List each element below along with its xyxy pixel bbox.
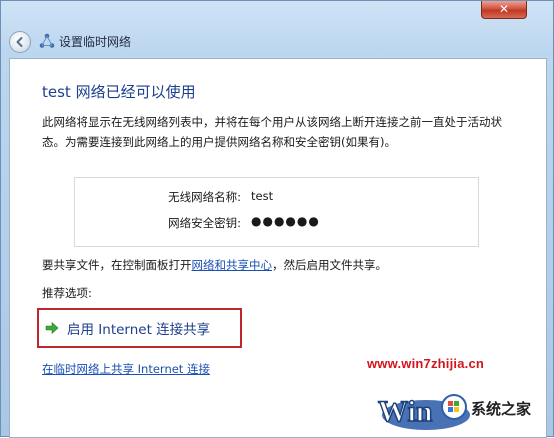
recommended-label: 推荐选项: — [42, 286, 92, 300]
network-name-row: 无线网络名称: — [75, 189, 241, 207]
watermark-brand: 系统之家 — [471, 400, 532, 418]
security-key-label: 网络安全密钥: — [168, 216, 241, 230]
description-text: 此网络将显示在无线网络列表中，并将在每个用户从该网络上断开连接之前一直处于活动状… — [42, 115, 502, 149]
green-arrow-icon — [45, 321, 59, 335]
network-name-label: 无线网络名称: — [168, 190, 241, 204]
share-text-after: ，然后启用文件共享。 — [272, 258, 387, 272]
watermark-url: www.win7zhijia.cn — [367, 356, 485, 371]
svg-text:Win: Win — [378, 395, 433, 428]
network-name-value: test — [251, 189, 274, 203]
window-title: 设置临时网络 — [59, 35, 132, 49]
network-icon — [39, 33, 55, 48]
share-text-before: 要共享文件，在控制面板打开 — [42, 258, 192, 272]
network-sharing-center-link[interactable]: 网络和共享中心 — [192, 258, 273, 272]
security-key-value: ●●●●●● — [251, 214, 320, 228]
security-key-row: 网络安全密钥: — [75, 215, 241, 233]
network-info-box: 无线网络名称: test 网络安全密钥: ●●●●●● — [74, 177, 479, 247]
back-button[interactable] — [9, 31, 31, 53]
enable-ics-label: 启用 Internet 连接共享 — [67, 322, 211, 338]
page-heading: test 网络已经可以使用 — [42, 83, 196, 101]
share-instructions: 要共享文件，在控制面板打开网络和共享中心，然后启用文件共享。 — [42, 257, 387, 273]
enable-ics-button[interactable]: 启用 Internet 连接共享 — [45, 317, 210, 339]
title-bar: 设置临时网络 — [1, 19, 554, 57]
dialog-window: ✕ 设置临时网络 test 网络已经可以使用 此网络将显示在无线网络列表中，并将… — [0, 0, 554, 438]
back-arrow-icon — [16, 37, 23, 47]
close-button[interactable]: ✕ — [481, 1, 527, 19]
close-icon: ✕ — [498, 2, 510, 16]
share-internet-link[interactable]: 在临时网络上共享 Internet 连接 — [42, 361, 210, 377]
